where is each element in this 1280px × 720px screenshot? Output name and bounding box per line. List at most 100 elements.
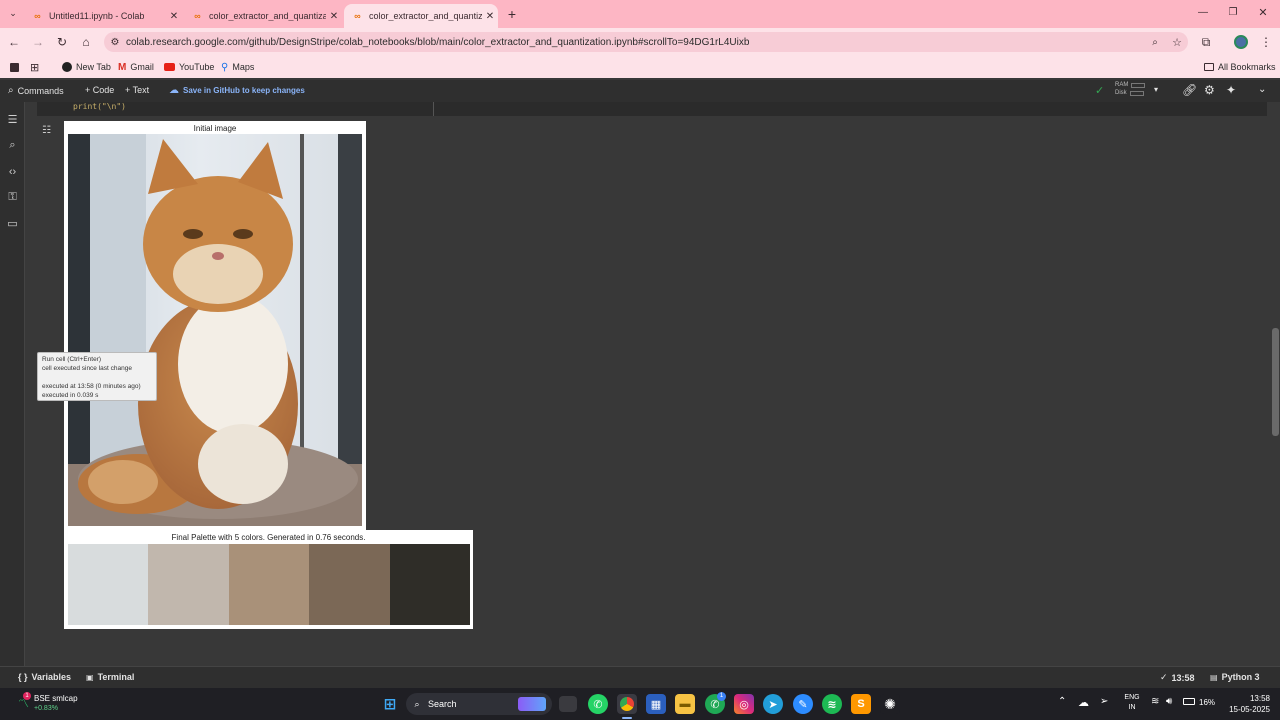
chrome-active-indicator: [622, 717, 632, 719]
messenger-icon[interactable]: ✎: [793, 694, 813, 714]
gemini-sparkle-icon[interactable]: ✦: [1226, 83, 1236, 97]
table-of-contents-icon[interactable]: ☰: [5, 112, 20, 127]
whatsapp-badge: 1: [717, 692, 726, 701]
palette-swatch-5: [389, 544, 471, 625]
code-line: print("\n"): [73, 102, 126, 111]
add-text-button[interactable]: + Text: [125, 85, 149, 95]
windows-start-icon[interactable]: ⊞: [380, 694, 400, 714]
url-text: colab.research.google.com/github/DesignS…: [126, 36, 750, 48]
bookmark-maps[interactable]: ⚲ Maps: [221, 60, 254, 74]
folder-icon: [1204, 63, 1214, 71]
forward-button[interactable]: →: [30, 34, 46, 50]
palette-title: Final Palette with 5 colors. Generated i…: [171, 533, 366, 542]
minimize-button[interactable]: —: [1196, 7, 1210, 21]
search-label: Search: [428, 699, 457, 709]
show-hidden-icons-chevron-icon[interactable]: ⌃: [1058, 696, 1066, 707]
connected-check-icon: ✓: [1095, 85, 1105, 97]
whatsapp-icon[interactable]: ✆: [588, 694, 608, 714]
bookmark-youtube[interactable]: YouTube: [164, 60, 214, 74]
address-bar[interactable]: ⚙ colab.research.google.com/github/Desig…: [104, 32, 1188, 52]
secrets-key-icon[interactable]: ⚿: [5, 190, 20, 205]
file-explorer-icon[interactable]: ▬: [675, 694, 695, 714]
tab-title: Untitled11.ipynb - Colab: [49, 11, 145, 21]
bookmark-gmail[interactable]: M Gmail: [118, 60, 154, 74]
stock-change: +0.83%: [34, 705, 58, 712]
runtime-dropdown-icon[interactable]: ▾: [1154, 85, 1158, 94]
zoom-icon[interactable]: ⌕: [1144, 37, 1166, 48]
notebook-scrollbar[interactable]: [1272, 328, 1279, 436]
wifi-icon[interactable]: ≋: [1151, 696, 1159, 707]
output-actions-icon[interactable]: ☷: [42, 125, 51, 136]
add-code-button[interactable]: + Code: [85, 85, 114, 95]
ram-disk-indicator[interactable]: RAM Disk: [1115, 82, 1147, 100]
spotify-icon[interactable]: ≋: [822, 694, 842, 714]
variables-label: Variables: [31, 672, 72, 682]
files-folder-icon[interactable]: ▭: [5, 216, 20, 231]
browser-menu-icon[interactable]: ⋮: [1258, 34, 1274, 50]
settings-gear-icon[interactable]: ⚙: [1204, 83, 1215, 97]
tab-color-extractor-1[interactable]: ∞ color_extractor_and_quantizatio ✕: [184, 4, 342, 28]
save-github-label: Save in GitHub to keep changes: [183, 86, 305, 95]
chrome-taskbar-icon[interactable]: [617, 694, 637, 714]
telegram-icon[interactable]: ➤: [763, 694, 783, 714]
sidebar-toggle-icon[interactable]: [10, 60, 19, 74]
palette-swatch-3: [228, 544, 310, 625]
initial-image-figure: Initial image: [64, 121, 366, 530]
stock-name: BSE smlcap: [34, 694, 78, 703]
bookmark-new-tab[interactable]: New Tab: [62, 60, 111, 74]
chatgpt-icon[interactable]: ✺: [880, 694, 900, 714]
initial-image-title: Initial image: [193, 124, 237, 133]
clock-time: 13:58: [1249, 694, 1270, 703]
collapse-chevron-icon[interactable]: ⌄: [1258, 84, 1266, 95]
close-icon[interactable]: ✕: [326, 11, 342, 22]
clock[interactable]: 13:58 15-05-2025: [1222, 693, 1270, 715]
stock-widget[interactable]: 〽 1 BSE smlcap +0.83%: [18, 692, 88, 716]
variables-button[interactable]: { } Variables: [18, 672, 71, 682]
close-icon[interactable]: ✕: [482, 11, 498, 22]
tab-untitled11[interactable]: ∞ Untitled11.ipynb - Colab ✕: [24, 4, 182, 28]
profile-avatar[interactable]: [1234, 35, 1248, 49]
tooltip-line-3: executed at 13:58 (0 minutes ago): [42, 383, 141, 390]
new-tab-button[interactable]: +: [504, 6, 520, 22]
home-button[interactable]: ⌂: [78, 34, 94, 50]
palette-swatch-1: [68, 544, 149, 625]
maps-pin-icon: ⚲: [221, 61, 229, 73]
telegram-tray-icon[interactable]: ➢: [1100, 696, 1108, 707]
sublime-text-icon[interactable]: S: [851, 694, 871, 714]
onedrive-cloud-icon[interactable]: ☁: [1078, 696, 1089, 709]
colab-status-bar: { } Variables ▣ Terminal ✓ 13:58 ▤ Pytho…: [0, 666, 1280, 688]
microsoft-store-icon[interactable]: ▦: [646, 694, 666, 714]
bookmark-star-icon[interactable]: ☆: [1166, 36, 1188, 49]
all-bookmarks[interactable]: All Bookmarks: [1204, 60, 1276, 74]
volume-icon[interactable]: 🔊︎: [1166, 696, 1172, 707]
tab-title: color_extractor_and_quantizatio: [209, 11, 326, 21]
close-window-button[interactable]: ✕: [1256, 6, 1270, 20]
execution-status[interactable]: ✓ 13:58: [1160, 672, 1195, 683]
code-snippets-icon[interactable]: ‹›: [5, 164, 20, 179]
close-icon[interactable]: ✕: [166, 11, 182, 22]
apps-grid-icon[interactable]: ⊞: [30, 60, 39, 74]
save-github-button[interactable]: ☁ Save in GitHub to keep changes: [169, 85, 305, 96]
runtime-type[interactable]: ▤ Python 3: [1210, 672, 1260, 682]
maximize-button[interactable]: ❐: [1226, 7, 1240, 21]
check-icon: ✓: [1160, 672, 1168, 682]
find-replace-icon[interactable]: ⌕: [5, 138, 20, 153]
extensions-icon[interactable]: ⧉: [1198, 34, 1214, 50]
code-cell[interactable]: print("\n"): [37, 102, 1267, 116]
link-icon[interactable]: 🔗︎: [1182, 83, 1197, 97]
taskbar-search[interactable]: ⌕ Search: [406, 693, 552, 715]
commands-button[interactable]: ⌕ Commands: [8, 85, 64, 96]
tab-color-extractor-active[interactable]: ∞ color_extractor_and_quantizatio ✕: [344, 4, 498, 28]
battery-icon[interactable]: [1183, 698, 1195, 705]
tab-list-chevron-icon[interactable]: ⌄: [6, 8, 20, 20]
back-button[interactable]: ←: [6, 34, 22, 50]
run-cell-tooltip: Run cell (Ctrl+Enter) cell executed sinc…: [37, 352, 157, 401]
instagram-icon[interactable]: ◎: [734, 694, 754, 714]
tooltip-line-4: executed in 0.039 s: [42, 392, 99, 399]
language-indicator[interactable]: ENG IN: [1122, 693, 1142, 713]
site-info-icon[interactable]: ⚙: [104, 37, 126, 48]
task-view-icon[interactable]: [559, 696, 577, 712]
terminal-button[interactable]: ▣ Terminal: [86, 672, 134, 682]
colab-toolbar: ⌕ Commands + Code + Text ☁ Save in GitHu…: [0, 80, 1280, 102]
reload-button[interactable]: ↻: [54, 34, 70, 50]
